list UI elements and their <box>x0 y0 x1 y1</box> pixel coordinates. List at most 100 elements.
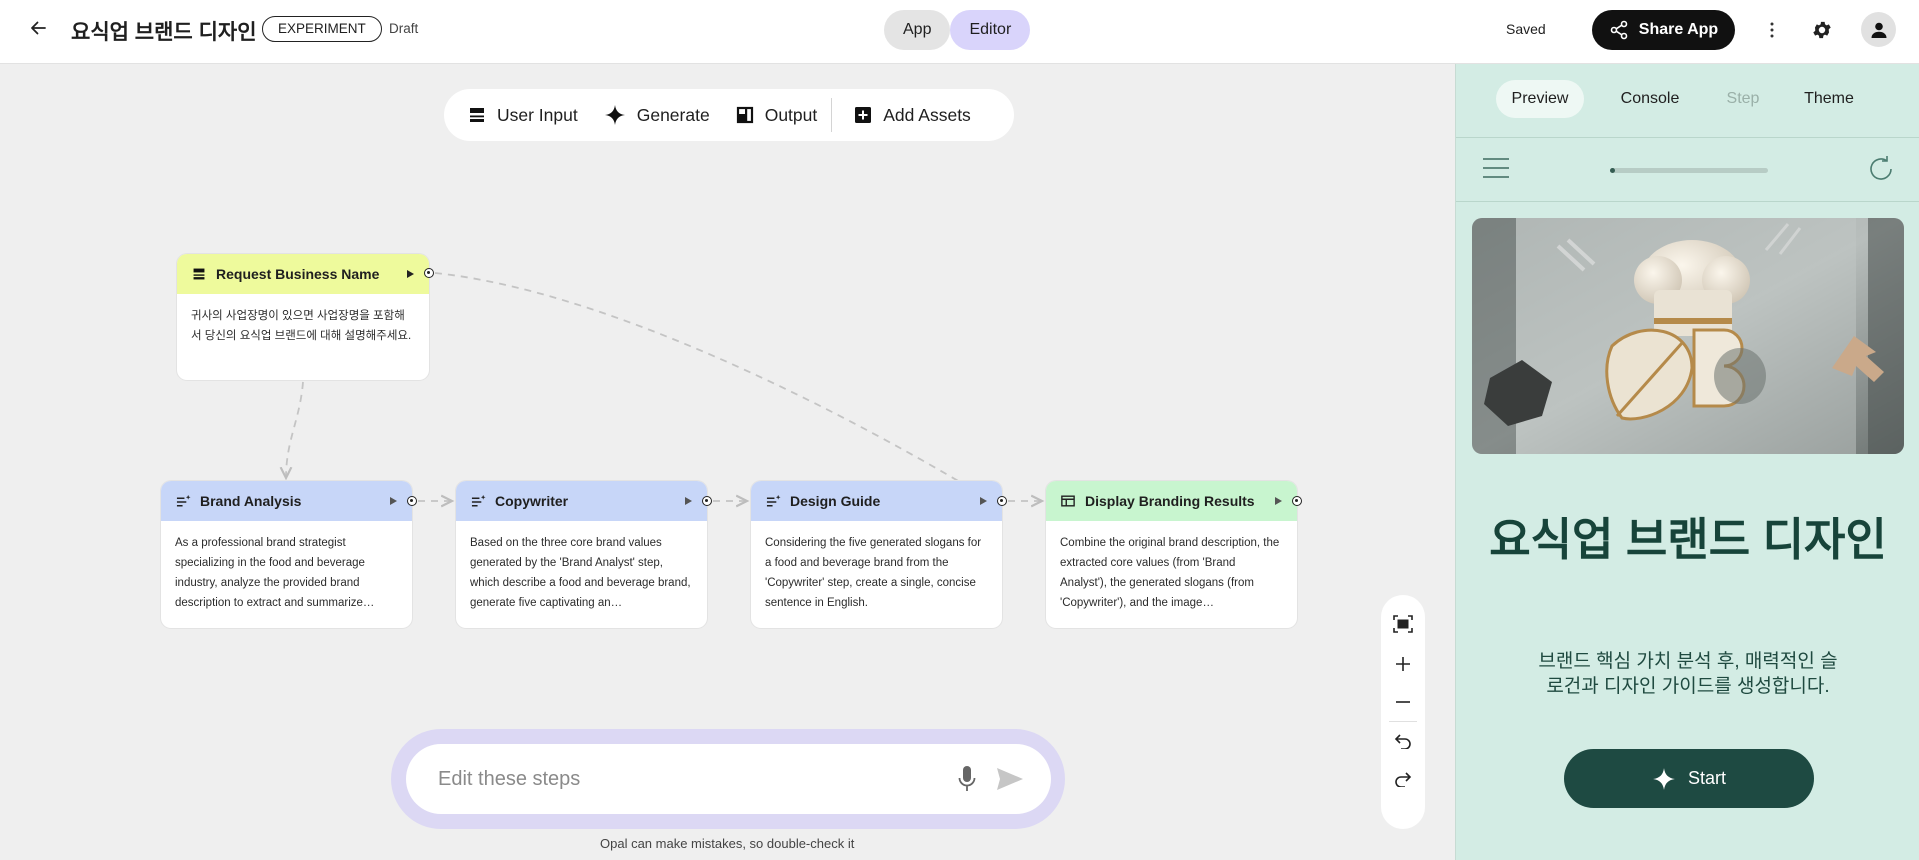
output-port[interactable] <box>702 496 712 506</box>
undo-button[interactable] <box>1381 722 1425 760</box>
disclaimer-text: Opal can make mistakes, so double-check … <box>600 836 855 851</box>
output-port[interactable] <box>1292 496 1302 506</box>
restart-button[interactable] <box>1865 153 1897 185</box>
redo-icon <box>1395 772 1412 787</box>
edge-request-analysis <box>286 381 304 478</box>
add-output-button[interactable]: Output <box>736 104 818 126</box>
voice-input-button[interactable] <box>952 764 982 794</box>
undo-icon <box>1394 734 1411 749</box>
run-step-button[interactable] <box>386 494 400 508</box>
draft-status: Draft <box>389 21 419 36</box>
more-options-button[interactable] <box>1760 18 1784 42</box>
node-header[interactable]: Copywriter <box>456 481 707 521</box>
add-assets-button[interactable]: Add Assets <box>854 105 971 126</box>
zoom-out-icon <box>1396 701 1410 703</box>
preview-tabs: Preview Console Step Theme <box>1456 64 1919 138</box>
account-avatar[interactable] <box>1861 12 1896 47</box>
add-generate-button[interactable]: Generate <box>604 104 710 126</box>
node-title: Design Guide <box>790 493 881 509</box>
play-icon <box>1275 497 1282 505</box>
sparkle-icon <box>1653 767 1675 790</box>
sparkle-icon <box>604 105 625 125</box>
generate-text-icon <box>470 493 486 509</box>
run-step-button[interactable] <box>403 267 417 281</box>
play-icon <box>390 497 397 505</box>
progress-bar <box>1610 168 1768 173</box>
refresh-icon <box>1870 156 1892 180</box>
node-copywriter[interactable]: Copywriter Based on the three core brand… <box>456 481 707 628</box>
node-design-guide[interactable]: Design Guide Considering the five genera… <box>751 481 1002 628</box>
tab-theme[interactable]: Theme <box>1794 80 1864 118</box>
preview-toolbar <box>1456 137 1919 202</box>
zoom-in-button[interactable] <box>1381 645 1425 683</box>
node-title: Request Business Name <box>216 266 380 282</box>
play-icon <box>980 497 987 505</box>
node-title: Brand Analysis <box>200 493 302 509</box>
user-input-label: User Input <box>497 104 578 125</box>
user-input-icon <box>470 108 484 122</box>
app-heading: 요식업 브랜드 디자인 <box>1489 514 1887 565</box>
settings-button[interactable] <box>1809 17 1835 43</box>
back-button[interactable] <box>26 16 50 40</box>
output-icon <box>736 106 753 124</box>
node-request-business-name[interactable]: Request Business Name 귀사의 사업장명이 있으면 사업장명… <box>177 254 429 380</box>
app-description: 브랜드 핵심 가치 분석 후, 매력적인 슬로건과 디자인 가이드를 생성합니다… <box>1538 651 1838 697</box>
redo-button[interactable] <box>1381 760 1425 798</box>
node-header[interactable]: Display Branding Results <box>1046 481 1297 521</box>
tab-console[interactable]: Console <box>1608 80 1692 118</box>
node-description: 귀사의 사업장명이 있으면 사업장명을 포함해서 당신의 요식업 브랜드에 대해… <box>191 310 412 342</box>
web-output-icon <box>1060 493 1076 509</box>
tab-step[interactable]: Step <box>1718 80 1768 118</box>
saved-status: Saved <box>1506 21 1546 37</box>
node-display-branding-results[interactable]: Display Branding Results Combine the ori… <box>1046 481 1297 628</box>
run-step-button[interactable] <box>1271 494 1285 508</box>
fit-view-icon <box>1393 615 1413 633</box>
node-brand-analysis[interactable]: Brand Analysis As a professional brand s… <box>161 481 412 628</box>
edge-request-display <box>434 272 961 483</box>
node-header[interactable]: Design Guide <box>751 481 1002 521</box>
arrow-left-icon <box>31 21 46 35</box>
start-button[interactable]: Start <box>1564 749 1814 808</box>
node-title: Copywriter <box>495 493 569 509</box>
generate-label: Generate <box>636 104 710 125</box>
tab-preview[interactable]: Preview <box>1496 80 1584 118</box>
menu-icon[interactable] <box>1482 156 1510 180</box>
node-header[interactable]: Brand Analysis <box>161 481 412 521</box>
node-header[interactable]: Request Business Name <box>177 254 429 294</box>
toolbar-divider <box>831 98 833 132</box>
microphone-icon <box>958 766 976 791</box>
output-label: Output <box>764 104 818 125</box>
output-port[interactable] <box>997 496 1007 506</box>
edit-steps-input[interactable] <box>436 766 920 792</box>
app-title[interactable]: 요식업 브랜드 디자인 <box>71 16 257 46</box>
start-label: Start <box>1687 768 1726 788</box>
share-icon <box>1610 20 1628 40</box>
share-app-label: Share App <box>1638 21 1719 38</box>
mode-switch: App Editor <box>884 10 1031 50</box>
output-port[interactable] <box>407 496 417 506</box>
add-user-input-button[interactable]: User Input <box>468 105 578 126</box>
send-button[interactable] <box>994 764 1026 794</box>
brand-logo-illustration <box>1472 218 1904 454</box>
node-description: Considering the five generated slogans f… <box>765 537 982 609</box>
run-step-button[interactable] <box>976 494 990 508</box>
output-port[interactable] <box>424 268 434 278</box>
editor-mode-button[interactable]: Editor <box>950 10 1031 50</box>
generate-text-icon <box>175 493 191 509</box>
fit-view-button[interactable] <box>1381 605 1425 643</box>
node-title: Display Branding Results <box>1085 493 1255 509</box>
experiment-badge: EXPERIMENT <box>262 16 382 42</box>
user-input-icon <box>191 266 207 282</box>
app-mode-button[interactable]: App <box>884 10 951 50</box>
hero-image <box>1472 218 1904 454</box>
share-app-button[interactable]: Share App <box>1592 10 1735 50</box>
canvas-controls <box>1381 595 1425 829</box>
prompt-box <box>406 744 1051 814</box>
run-step-button[interactable] <box>681 494 695 508</box>
play-icon <box>685 497 692 505</box>
progress-fill <box>1610 168 1615 173</box>
top-bar: 요식업 브랜드 디자인 EXPERIMENT Draft App Editor … <box>0 0 1919 64</box>
send-icon <box>997 768 1023 790</box>
account-icon <box>1871 22 1886 38</box>
zoom-out-button[interactable] <box>1381 683 1425 721</box>
